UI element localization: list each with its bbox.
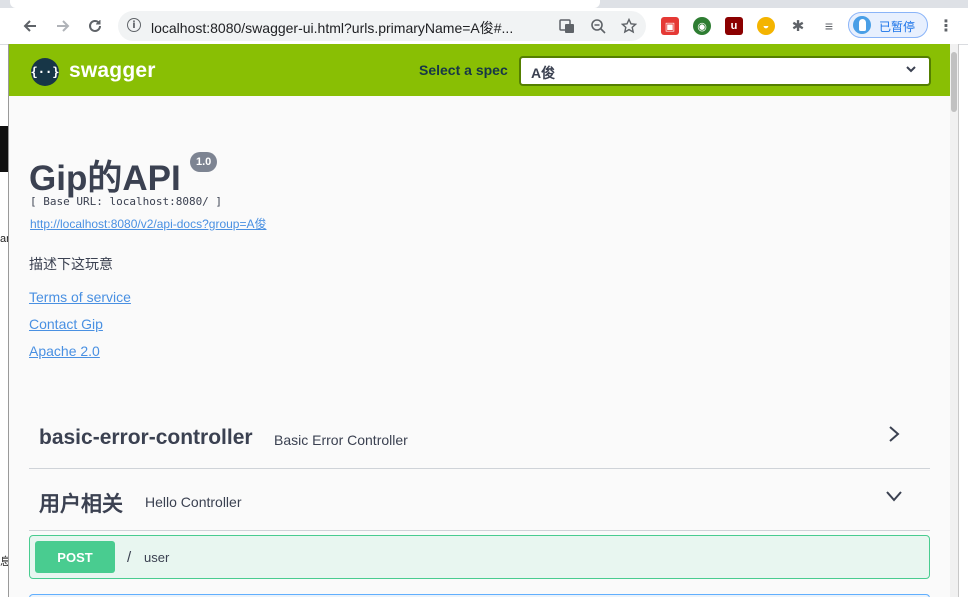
extensions-icon[interactable]: ✱ bbox=[789, 17, 807, 35]
api-description: 描述下这玩意 bbox=[29, 256, 113, 272]
contact-link[interactable]: Contact Gip bbox=[29, 316, 103, 332]
swagger-topbar: {··} swagger Select a spec A俊 bbox=[9, 44, 950, 96]
operation-post-user[interactable]: POST / user bbox=[29, 535, 930, 579]
profile-button[interactable]: 已暂停 bbox=[848, 12, 928, 38]
scrollbar[interactable] bbox=[950, 44, 958, 597]
translate-icon[interactable] bbox=[556, 15, 578, 37]
profile-status: 已暂停 bbox=[879, 20, 916, 34]
tag-basic-error-controller[interactable]: basic-error-controller Basic Error Contr… bbox=[29, 408, 930, 469]
zoom-icon[interactable] bbox=[587, 15, 609, 37]
scrollbar-thumb[interactable] bbox=[951, 52, 957, 112]
tab-strip bbox=[0, 0, 968, 8]
page-title: Gip的API bbox=[29, 159, 181, 198]
reading-list-icon[interactable]: ≡ bbox=[820, 17, 838, 35]
spec-select[interactable]: A俊 bbox=[519, 56, 931, 86]
background-window bbox=[0, 126, 8, 172]
terms-of-service-link[interactable]: Terms of service bbox=[29, 289, 131, 305]
operation-path-separator: / bbox=[127, 549, 132, 566]
info-icon[interactable]: i bbox=[127, 18, 141, 32]
tag-description: Basic Error Controller bbox=[274, 432, 408, 448]
active-tab[interactable] bbox=[10, 0, 600, 8]
swagger-logo-icon[interactable]: {··} bbox=[31, 58, 59, 86]
license-link[interactable]: Apache 2.0 bbox=[29, 343, 100, 359]
base-url: [ Base URL: localhost:8080/ ] bbox=[30, 195, 223, 208]
swagger-page: {··} swagger Select a spec A俊 Gip的API 1.… bbox=[9, 44, 950, 597]
tag-name: 用户相关 bbox=[39, 493, 123, 516]
spec-label: Select a spec bbox=[419, 62, 508, 78]
tag-description: Hello Controller bbox=[145, 494, 242, 510]
url-text[interactable]: localhost:8080/swagger-ui.html?urls.prim… bbox=[151, 18, 513, 38]
reload-icon[interactable] bbox=[83, 14, 107, 38]
chevron-down-icon bbox=[905, 62, 917, 78]
extension-globe-icon[interactable]: ◉ bbox=[693, 17, 711, 35]
tag-name: basic-error-controller bbox=[39, 426, 253, 449]
spec-select-value: A俊 bbox=[531, 65, 556, 81]
window-border bbox=[958, 44, 959, 597]
star-icon[interactable] bbox=[618, 15, 640, 37]
ublock-icon[interactable]: u bbox=[725, 17, 743, 35]
extension-bowl-icon[interactable]: ◒ bbox=[757, 17, 775, 35]
window-border bbox=[8, 44, 9, 597]
chevron-right-icon[interactable] bbox=[884, 422, 904, 446]
browser-toolbar: i localhost:8080/swagger-ui.html?urls.pr… bbox=[0, 8, 968, 45]
version-badge: 1.0 bbox=[190, 152, 218, 172]
avatar bbox=[853, 16, 871, 34]
tag-user[interactable]: 用户相关 Hello Controller bbox=[29, 470, 930, 531]
swagger-brand[interactable]: swagger bbox=[69, 59, 156, 83]
back-icon[interactable] bbox=[18, 14, 42, 38]
method-badge: POST bbox=[35, 541, 115, 573]
menu-icon[interactable]: ⋮ bbox=[936, 14, 956, 38]
forward-icon[interactable] bbox=[51, 14, 75, 38]
extension-red-icon[interactable]: ▣ bbox=[661, 17, 679, 35]
operation-path: user bbox=[144, 550, 170, 565]
api-docs-link[interactable]: http://localhost:8080/v2/api-docs?group=… bbox=[30, 215, 267, 232]
address-bar[interactable]: i localhost:8080/swagger-ui.html?urls.pr… bbox=[118, 11, 646, 41]
chevron-down-icon[interactable] bbox=[884, 484, 904, 508]
